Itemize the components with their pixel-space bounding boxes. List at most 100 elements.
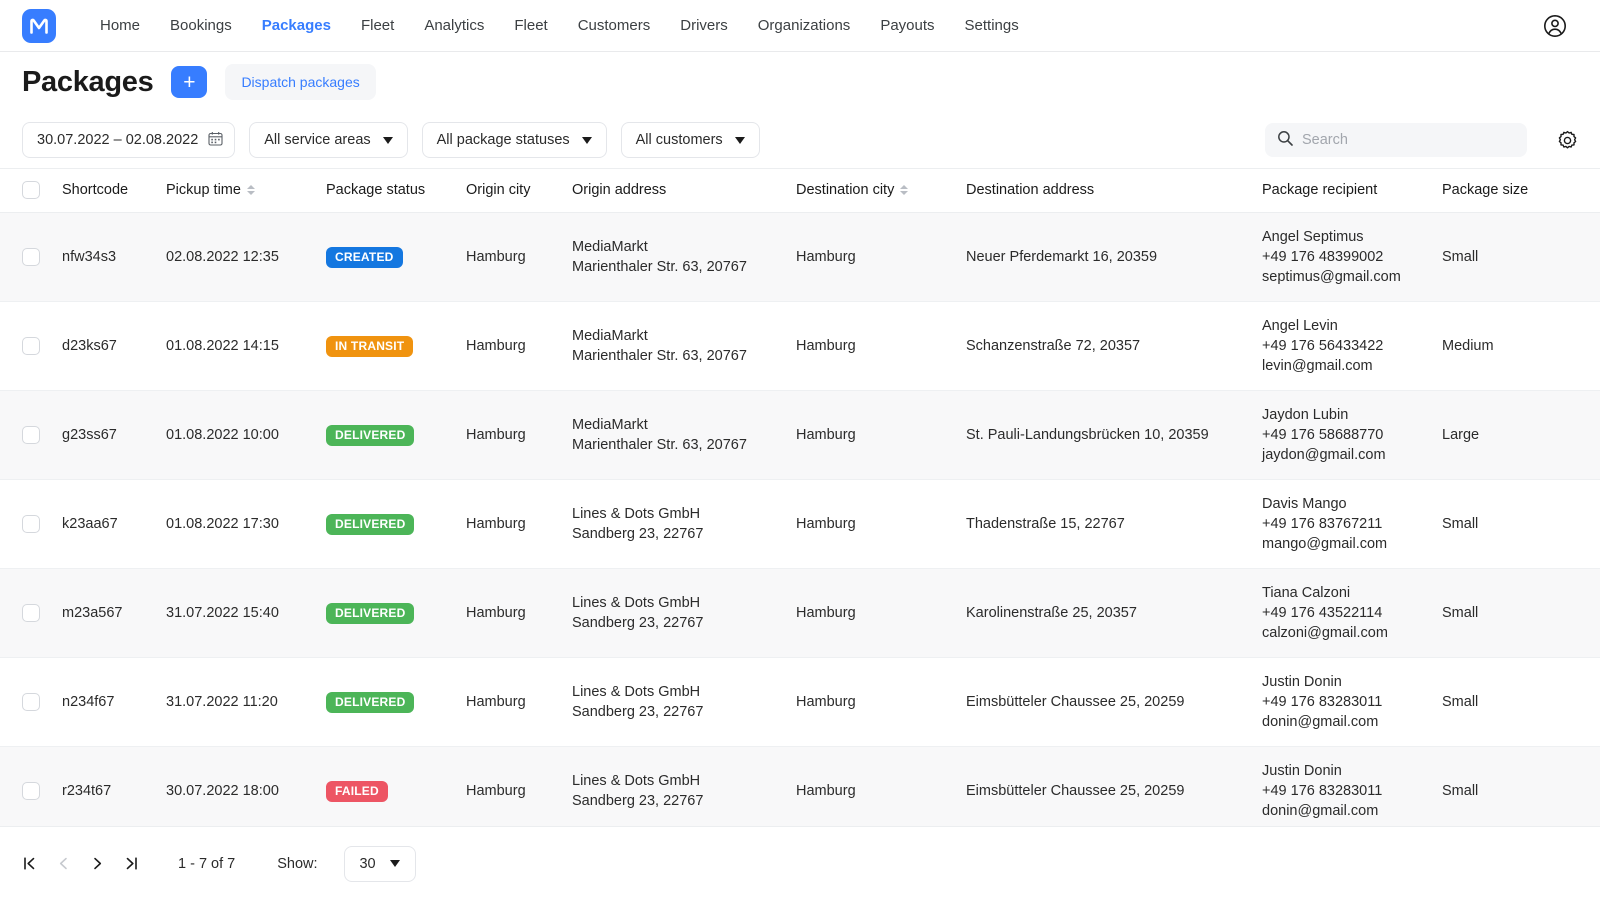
cell-shortcode: r234t67	[62, 746, 166, 826]
select-all-checkbox[interactable]	[22, 181, 40, 199]
row-checkbox[interactable]	[22, 604, 40, 622]
column-header-package-size[interactable]: Package size	[1442, 169, 1600, 213]
cell-package-status: FAILED	[326, 746, 466, 826]
sort-icon[interactable]	[900, 185, 909, 195]
nav-item-analytics[interactable]: Analytics	[424, 17, 484, 34]
row-checkbox[interactable]	[22, 515, 40, 533]
nav-item-bookings[interactable]: Bookings	[170, 17, 232, 34]
cell-destination-address: Karolinenstraße 25, 20357	[966, 568, 1262, 658]
row-checkbox[interactable]	[22, 337, 40, 355]
column-label: Destination city	[796, 182, 895, 198]
origin-street: Marienthaler Str. 63, 20767	[572, 348, 747, 364]
page-size-select[interactable]: 30	[343, 845, 416, 882]
cell-pickup-time: 01.08.2022 10:00	[166, 390, 326, 480]
row-select-cell	[0, 212, 62, 302]
row-checkbox[interactable]	[22, 693, 40, 711]
table-row[interactable]: d23ks67 01.08.2022 14:15 IN TRANSIT Hamburg…	[0, 301, 1600, 391]
recipient-name: Angel Levin	[1262, 318, 1338, 334]
gear-icon[interactable]	[1557, 130, 1578, 151]
customer-filter[interactable]: All customers	[620, 122, 760, 158]
cell-pickup-time: 31.07.2022 11:20	[166, 657, 326, 747]
service-area-filter[interactable]: All service areas	[249, 122, 408, 158]
table-body: nfw34s3 02.08.2022 12:35 CREATED Hamburg Med…	[0, 212, 1600, 826]
table-row[interactable]: n234f67 31.07.2022 11:20 DELIVERED Hamburg L…	[0, 657, 1600, 747]
recipient-phone: +49 176 48399002	[1262, 249, 1384, 265]
first-page-icon[interactable]	[18, 851, 40, 877]
column-header-destination-city[interactable]: Destination city	[796, 169, 966, 213]
sort-icon[interactable]	[246, 185, 255, 195]
recipient-name: Justin Donin	[1262, 674, 1342, 690]
column-label: Package size	[1442, 182, 1529, 198]
cell-shortcode: n234f67	[62, 657, 166, 747]
table-row[interactable]: r234t67 30.07.2022 18:00 FAILED Hamburg Line…	[0, 746, 1600, 826]
previous-page-icon[interactable]	[52, 851, 74, 877]
next-page-icon[interactable]	[86, 851, 108, 877]
nav-item-organizations[interactable]: Organizations	[758, 17, 851, 34]
origin-name: MediaMarkt	[572, 239, 648, 255]
search-box[interactable]	[1265, 123, 1527, 157]
cell-destination-city: Hamburg	[796, 390, 966, 480]
chevron-down-icon	[389, 860, 400, 867]
table-header: Shortcode Pickup time Package status Ori…	[0, 169, 1600, 213]
column-label: Package recipient	[1262, 182, 1378, 198]
last-page-icon[interactable]	[120, 851, 142, 877]
row-checkbox[interactable]	[22, 426, 40, 444]
cell-pickup-time: 30.07.2022 18:00	[166, 746, 326, 826]
origin-name: Lines & Dots GmbH	[572, 506, 701, 522]
nav-item-fleet[interactable]: Fleet	[514, 17, 547, 34]
chevron-down-icon	[734, 136, 745, 144]
dispatch-packages-button[interactable]: Dispatch packages	[225, 64, 376, 100]
select-all-header	[0, 169, 62, 213]
account-circle-icon[interactable]	[1542, 13, 1568, 39]
top-navigation-bar: Home Bookings Packages Fleet Analytics Fleet C…	[0, 0, 1600, 52]
package-status-value: All package statuses	[436, 132, 570, 148]
nav-item-drivers[interactable]: Drivers	[680, 17, 728, 34]
table-row[interactable]: k23aa67 01.08.2022 17:30 DELIVERED Hamburg L…	[0, 479, 1600, 569]
cell-pickup-time: 02.08.2022 12:35	[166, 212, 326, 302]
app-logo[interactable]	[22, 8, 56, 43]
nav-item-customers[interactable]: Customers	[578, 17, 651, 34]
cell-origin-address: MediaMarkt Marienthaler Str. 63, 20767	[572, 390, 796, 480]
recipient-name: Tiana Calzoni	[1262, 585, 1351, 601]
cell-origin-city: Hamburg	[466, 212, 572, 302]
recipient-phone: +49 176 83283011	[1262, 694, 1383, 710]
column-header-origin-address[interactable]: Origin address	[572, 169, 796, 213]
row-select-cell	[0, 479, 62, 569]
column-label: Origin city	[466, 182, 531, 198]
date-range-filter[interactable]: 30.07.2022 – 02.08.2022	[22, 122, 236, 158]
row-checkbox[interactable]	[22, 248, 40, 266]
cell-destination-address: Eimsbütteler Chaussee 25, 20259	[966, 657, 1262, 747]
cell-origin-address: Lines & Dots GmbH Sandberg 23, 22767	[572, 568, 796, 658]
table-row[interactable]: g23ss67 01.08.2022 10:00 DELIVERED Hamburg M…	[0, 390, 1600, 480]
cell-origin-city: Hamburg	[466, 568, 572, 658]
cell-package-recipient: Justin Donin +49 176 83283011 donin@gmail.…	[1262, 657, 1442, 747]
row-checkbox[interactable]	[22, 782, 40, 800]
add-package-button[interactable]: +	[171, 66, 208, 98]
origin-name: MediaMarkt	[572, 328, 648, 344]
search-input[interactable]	[1302, 132, 1515, 148]
table-row[interactable]: nfw34s3 02.08.2022 12:35 CREATED Hamburg Med…	[0, 212, 1600, 302]
cell-package-status: DELIVERED	[326, 390, 466, 480]
package-status-filter[interactable]: All package statuses	[421, 122, 607, 158]
column-header-pickup-time[interactable]: Pickup time	[166, 169, 326, 213]
cell-package-status: IN TRANSIT	[326, 301, 466, 391]
column-header-package-status[interactable]: Package status	[326, 169, 466, 213]
cell-package-status: DELIVERED	[326, 568, 466, 658]
cell-shortcode: m23a567	[62, 568, 166, 658]
recipient-name: Jaydon Lubin	[1262, 407, 1349, 423]
table-row[interactable]: m23a567 31.07.2022 15:40 DELIVERED Hamburg L…	[0, 568, 1600, 658]
column-header-package-recipient[interactable]: Package recipient	[1262, 169, 1442, 213]
nav-item-fleet[interactable]: Fleet	[361, 17, 394, 34]
nav-item-packages[interactable]: Packages	[262, 17, 331, 34]
column-header-destination-address[interactable]: Destination address	[966, 169, 1262, 213]
column-header-origin-city[interactable]: Origin city	[466, 169, 572, 213]
nav-item-payouts[interactable]: Payouts	[880, 17, 934, 34]
cell-package-size: Small	[1442, 746, 1600, 826]
nav-item-home[interactable]: Home	[100, 17, 140, 34]
status-badge: DELIVERED	[326, 424, 415, 446]
nav-item-settings[interactable]: Settings	[965, 17, 1019, 34]
cell-package-recipient: Angel Levin +49 176 56433422 levin@gmail.c…	[1262, 301, 1442, 391]
column-header-shortcode[interactable]: Shortcode	[62, 169, 166, 213]
status-badge: DELIVERED	[326, 602, 415, 624]
cell-origin-address: Lines & Dots GmbH Sandberg 23, 22767	[572, 479, 796, 569]
